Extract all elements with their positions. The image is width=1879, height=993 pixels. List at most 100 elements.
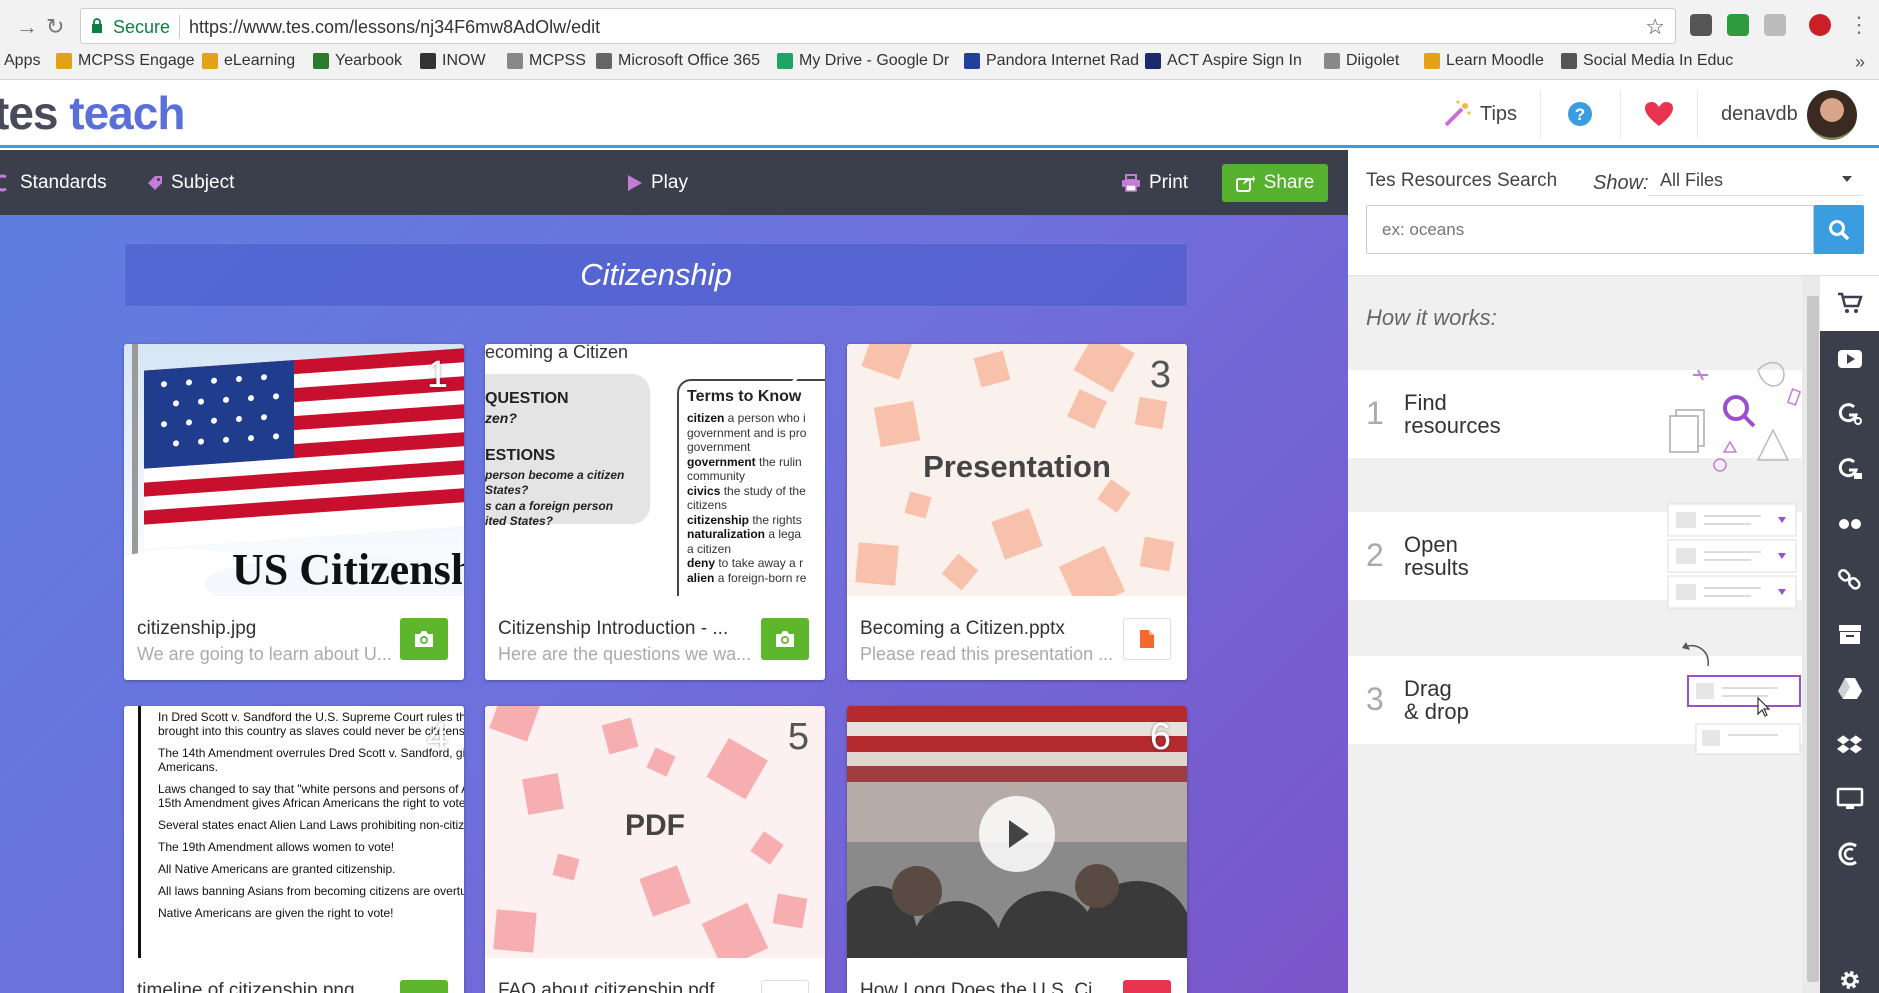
address-bar[interactable]: Secure https://www.tes.com/lessons/nj34F… — [80, 8, 1676, 44]
tes-icon — [1838, 842, 1857, 865]
timeline-line: All Native Americans are granted citizen… — [158, 862, 396, 876]
svg-text:?: ? — [1575, 105, 1585, 124]
card-title: How Long Does the U.S. Ci... — [860, 980, 1109, 993]
lesson-toolbar: Standards Subject Play Print Share — [0, 150, 1348, 215]
resource-card-3[interactable]: Presentation 3 Becoming a Citizen.pptx P… — [847, 344, 1187, 680]
source-tes-button[interactable] — [1820, 826, 1879, 881]
google-search-icon — [1838, 402, 1862, 425]
source-youtube-button[interactable] — [1820, 331, 1879, 386]
bookmark-icon — [964, 53, 980, 69]
cart-icon — [1837, 292, 1863, 313]
bookmark-item[interactable]: INOW — [420, 52, 486, 70]
source-computer-button[interactable] — [1820, 771, 1879, 826]
avatar[interactable] — [1807, 90, 1857, 140]
bookmark-star-icon[interactable]: ☆ — [1645, 14, 1665, 40]
subject-button[interactable]: Subject — [147, 150, 234, 215]
resource-card-1[interactable]: US Citizensh 1 citizenship.jpg We are go… — [124, 344, 464, 680]
source-google-drive-button[interactable] — [1820, 661, 1879, 716]
play-button[interactable]: Play — [627, 150, 688, 215]
tips-button[interactable]: Tips — [1442, 80, 1517, 148]
card-thumbnail — [847, 706, 1187, 958]
bookmark-item[interactable]: MCPSS — [507, 52, 586, 70]
show-label: Show: — [1593, 172, 1649, 194]
lesson-title: Citizenship — [580, 257, 732, 292]
term-line: community — [687, 469, 746, 483]
tag-icon — [148, 175, 162, 190]
source-archive-button[interactable] — [1820, 606, 1879, 661]
term-line: deny to take away a r — [687, 556, 804, 570]
lesson-title-bar[interactable]: Citizenship — [124, 243, 1188, 307]
step-find: 1 Find resources — [1348, 361, 1802, 472]
source-google-image-button[interactable] — [1820, 441, 1879, 496]
pdf-type-badge[interactable] — [761, 980, 809, 993]
gear-icon — [1840, 970, 1859, 989]
resource-source-sidebar — [1820, 276, 1879, 993]
card-thumbnail: PDF — [485, 706, 825, 958]
bookmark-icon — [777, 53, 793, 69]
term-line: citizens — [687, 498, 728, 512]
bookmark-item[interactable]: Pandora Internet Rad — [964, 52, 1139, 70]
photo-type-badge[interactable] — [400, 618, 448, 660]
bookmark-item[interactable]: My Drive - Google Dr — [777, 52, 949, 70]
bookmark-item[interactable]: Diigolet — [1324, 52, 1399, 70]
bookmark-item[interactable]: Learn Moodle — [1424, 52, 1544, 70]
bookmark-item[interactable]: Social Media In Educ — [1561, 52, 1733, 70]
find-illustration-icon — [1669, 361, 1802, 472]
bookmark-item[interactable]: Microsoft Office 365 — [596, 52, 760, 70]
pinterest-icon[interactable] — [1809, 14, 1831, 36]
bookmark-item[interactable]: ACT Aspire Sign In — [1145, 52, 1302, 70]
photo-type-badge[interactable] — [400, 980, 448, 993]
bookmark-icon — [1145, 53, 1161, 69]
timeline-line: Laws changed to say that "white persons … — [158, 782, 464, 796]
bookmark-item[interactable]: MCPSS Engage — [56, 52, 195, 70]
favorites-button[interactable] — [1644, 80, 1674, 148]
lock-icon — [92, 18, 102, 33]
resource-card-6[interactable]: 6 How Long Does the U.S. Ci... — [847, 706, 1187, 993]
timeline-line: Americans. — [158, 760, 219, 774]
green-extension-icon[interactable] — [1727, 14, 1749, 36]
photo-type-badge[interactable] — [761, 618, 809, 660]
bookmark-item[interactable]: Yearbook — [313, 52, 402, 70]
file-type-select[interactable]: All Files — [1648, 164, 1862, 196]
standards-button[interactable]: Standards — [0, 150, 107, 215]
tes-teach-logo[interactable]: tes teach — [0, 86, 185, 140]
bookmark-item[interactable]: Apps — [4, 52, 40, 70]
card-thumbnail: ecoming a Citizen QUESTION zen? ESTIONS … — [485, 344, 825, 596]
print-button[interactable]: Print — [1121, 150, 1188, 215]
resource-card-4[interactable]: In Dred Scott v. Sandford the U.S. Supre… — [124, 706, 464, 993]
help-button[interactable]: ? — [1567, 80, 1593, 148]
share-button[interactable]: Share — [1222, 164, 1328, 202]
source-cart-button[interactable] — [1820, 276, 1879, 331]
source-gear-button[interactable] — [1820, 952, 1879, 993]
timeline-line: All laws banning Asians from becoming ci… — [158, 884, 464, 898]
google-image-icon — [1838, 457, 1862, 479]
bookmark-icon — [202, 53, 218, 69]
print-icon — [1122, 173, 1140, 192]
term-line: a citizen — [687, 541, 732, 556]
resource-card-2[interactable]: ecoming a Citizen QUESTION zen? ESTIONS … — [485, 344, 825, 680]
source-dropbox-button[interactable] — [1820, 716, 1879, 771]
browser-toolbar: → ↻ Secure https://www.tes.com/lessons/n… — [0, 0, 1879, 52]
search-input[interactable] — [1366, 205, 1814, 254]
pptx-type-badge[interactable] — [1123, 618, 1171, 660]
source-flickr-button[interactable] — [1820, 496, 1879, 551]
bookmark-item[interactable]: eLearning — [202, 52, 295, 70]
user-menu[interactable]: denavdb — [1721, 80, 1798, 148]
source-link-button[interactable] — [1820, 551, 1879, 606]
bookmarks-overflow-button[interactable]: » — [1855, 52, 1865, 73]
chevron-down-icon — [1842, 176, 1852, 182]
play-icon — [628, 174, 642, 191]
url-text[interactable]: https://www.tes.com/lessons/nj34F6mw8AdO… — [189, 17, 600, 38]
source-google-search-button[interactable] — [1820, 386, 1879, 441]
shield-extension-icon[interactable] — [1690, 14, 1712, 36]
pdf-extension-icon[interactable] — [1764, 14, 1786, 36]
resource-card-5[interactable]: PDF 5 FAQ about citizenship.pdf — [485, 706, 825, 993]
back-icon[interactable]: → — [16, 14, 38, 40]
term-line: citizen a person who i — [687, 411, 806, 425]
reload-icon[interactable]: ↻ — [46, 14, 64, 40]
bookmarks-bar: Apps MCPSS Engage eLearning Yearbook INOW MCP… — [0, 48, 1879, 80]
video-type-badge[interactable] — [1123, 980, 1171, 993]
bookmark-icon — [313, 53, 329, 69]
search-button[interactable] — [1814, 205, 1864, 254]
menu-icon[interactable]: ⋮ — [1848, 12, 1870, 38]
